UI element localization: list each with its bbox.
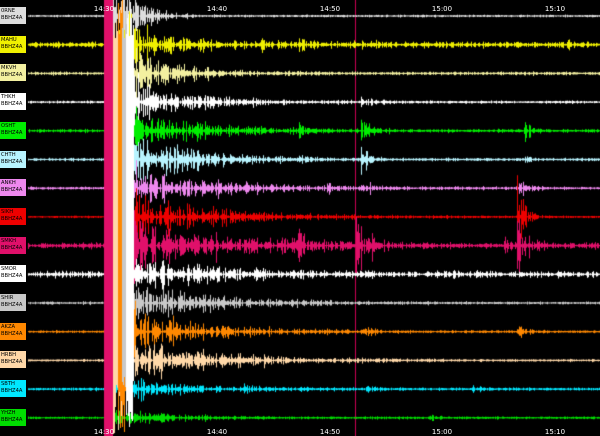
channel-label[interactable]: YHZH BBHZ4A bbox=[0, 408, 26, 426]
seismogram-viewer: 14:30 14:40 14:50 15:00 15:10 14:30 14:4… bbox=[0, 0, 600, 436]
station-name: MKVH bbox=[1, 65, 17, 72]
channel-label[interactable]: HRBH BBHZ4A bbox=[0, 351, 26, 369]
time-tick-label: 14:30 bbox=[93, 428, 115, 436]
station-name: SHIR bbox=[1, 295, 14, 301]
channel-label[interactable]: SMOR BBHZ4A bbox=[0, 265, 26, 283]
channel-code: BBHZ4A bbox=[1, 273, 23, 280]
station-name: SMKH bbox=[1, 237, 17, 244]
time-tick-label: 14:50 bbox=[319, 5, 341, 13]
station-name: MAHU bbox=[1, 36, 17, 43]
channel-code: BBHZ4A bbox=[1, 330, 23, 337]
time-tick-label: 15:10 bbox=[544, 5, 566, 13]
time-tick-label: 14:50 bbox=[319, 428, 341, 436]
station-name: SMOR bbox=[1, 266, 17, 273]
station-name: ANKH bbox=[1, 180, 16, 187]
station-name: AKZA bbox=[1, 323, 16, 330]
channel-code: BBHZ4A bbox=[1, 388, 23, 395]
channel-code: BBHZ4A bbox=[1, 15, 23, 21]
station-name: YHZH bbox=[1, 409, 16, 416]
channel-code: BBHZ4A bbox=[1, 101, 23, 108]
channel-label[interactable]: SMKH BBHZ4A bbox=[0, 236, 26, 254]
station-name: CHTH bbox=[1, 151, 16, 158]
channel-code: BBHZ4A bbox=[1, 244, 23, 251]
station-name: SBTH bbox=[1, 381, 15, 388]
station-name: SIKH bbox=[1, 208, 14, 215]
channel-label[interactable]: MKVH BBHZ4A bbox=[0, 64, 26, 82]
channel-code: BBHZ4A bbox=[1, 158, 23, 165]
station-name: 0RNE bbox=[1, 8, 16, 14]
channel-label[interactable]: MAHU BBHZ4A bbox=[0, 35, 26, 53]
time-tick-label: 15:10 bbox=[544, 428, 566, 436]
channel-label[interactable]: 0RNE BBHZ4A bbox=[0, 7, 26, 24]
channel-code: BBHZ4A bbox=[1, 302, 23, 308]
time-tick-label: 14:30 bbox=[93, 5, 115, 13]
station-name: THKH bbox=[1, 94, 16, 101]
time-tick-label: 14:40 bbox=[206, 5, 228, 13]
time-tick-label: 15:00 bbox=[431, 5, 453, 13]
seismogram-canvas[interactable] bbox=[0, 0, 600, 436]
channel-code: BBHZ4A bbox=[1, 416, 23, 423]
channel-label[interactable]: SHIR BBHZ4A bbox=[0, 294, 26, 311]
channel-label[interactable]: ANKH BBHZ4A bbox=[0, 179, 26, 197]
channel-code: BBHZ4A bbox=[1, 187, 23, 194]
channel-label[interactable]: CHTH BBHZ4A bbox=[0, 150, 26, 168]
channel-label[interactable]: SIKH BBHZ4A bbox=[0, 207, 26, 225]
channel-label[interactable]: THKH BBHZ4A bbox=[0, 93, 26, 111]
channel-code: BBHZ4A bbox=[1, 72, 23, 79]
time-tick-label: 14:40 bbox=[206, 428, 228, 436]
channel-label[interactable]: AKZA BBHZ4A bbox=[0, 322, 26, 340]
station-name: HRBH bbox=[1, 352, 16, 359]
channel-code: BBHZ4A bbox=[1, 359, 23, 366]
channel-code: BBHZ4A bbox=[1, 129, 23, 136]
time-tick-label: 15:00 bbox=[431, 428, 453, 436]
channel-code: BBHZ4A bbox=[1, 215, 23, 222]
channel-label[interactable]: SBTH BBHZ4A bbox=[0, 380, 26, 398]
station-name: OSHT bbox=[1, 122, 16, 129]
channel-code: BBHZ4A bbox=[1, 43, 23, 50]
channel-label[interactable]: OSHT BBHZ4A bbox=[0, 121, 26, 139]
